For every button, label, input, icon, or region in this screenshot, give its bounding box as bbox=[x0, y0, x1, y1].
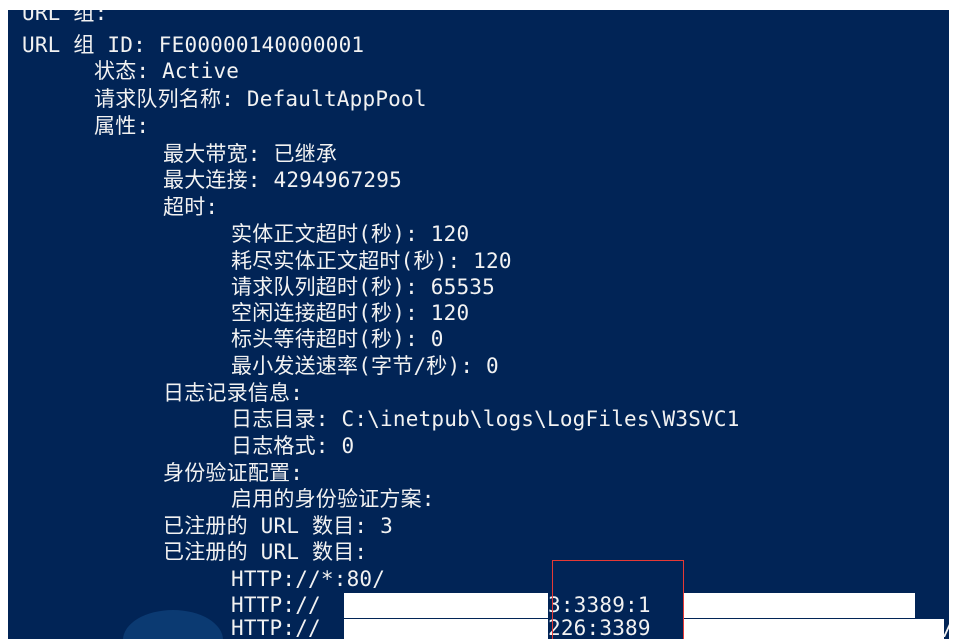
url-group-id: URL 组 ID: FE00000140000001 bbox=[22, 33, 365, 57]
url-group-header: URL 组: bbox=[22, 10, 108, 25]
log-directory-line: 日志目录: C:\inetpub\logs\LogFiles\W3SVC1 bbox=[231, 407, 740, 431]
state-line: 状态: Active bbox=[94, 59, 240, 83]
logging-info-heading: 日志记录信息: bbox=[163, 381, 304, 405]
idle-connection-timeout-line: 空闲连接超时(秒): 120 bbox=[231, 301, 470, 325]
min-send-rate-line: 最小发送速率(字节/秒): 0 bbox=[231, 354, 499, 378]
url-entry-3-prefix: HTTP:// bbox=[231, 616, 321, 639]
screenshot-frame: URL 组: URL 组 ID: FE00000140000001 状态: Ac… bbox=[0, 0, 959, 639]
url-entry-2-prefix: HTTP:// bbox=[231, 593, 321, 617]
url-entry-3-tail: / bbox=[942, 617, 949, 639]
powershell-console: URL 组: URL 组 ID: FE00000140000001 状态: Ac… bbox=[8, 10, 949, 639]
redaction-block-url-3-tail bbox=[684, 619, 944, 639]
drain-entity-body-timeout-line: 耗尽实体正文超时(秒): 120 bbox=[231, 249, 512, 273]
entity-body-timeout-line: 实体正文超时(秒): 120 bbox=[231, 222, 470, 246]
header-wait-timeout-line: 标头等待超时(秒): 0 bbox=[231, 327, 444, 351]
auth-config-heading: 身份验证配置: bbox=[163, 461, 304, 485]
enabled-auth-schemes-line: 启用的身份验证方案: bbox=[231, 487, 435, 511]
redaction-block-url-2-host bbox=[344, 593, 548, 618]
redaction-block-url-2-tail bbox=[684, 593, 915, 618]
queue-name-line: 请求队列名称: DefaultAppPool bbox=[94, 87, 427, 111]
log-format-line: 日志格式: 0 bbox=[231, 434, 355, 458]
registered-url-count-line: 已注册的 URL 数目: 3 bbox=[163, 514, 393, 538]
url-entry-1: HTTP://*:80/ bbox=[231, 567, 386, 591]
max-bandwidth-line: 最大带宽: 已继承 bbox=[163, 142, 338, 166]
redaction-block-url-3-host bbox=[344, 619, 548, 639]
registered-urls-heading: 已注册的 URL 数目: bbox=[163, 540, 368, 564]
properties-heading: 属性: bbox=[94, 114, 150, 138]
highlight-box bbox=[552, 560, 684, 639]
cursor-shadow bbox=[123, 610, 223, 639]
timeouts-heading: 超时: bbox=[163, 195, 219, 219]
max-connections-line: 最大连接: 4294967295 bbox=[163, 168, 402, 192]
request-queue-timeout-line: 请求队列超时(秒): 65535 bbox=[231, 275, 495, 299]
